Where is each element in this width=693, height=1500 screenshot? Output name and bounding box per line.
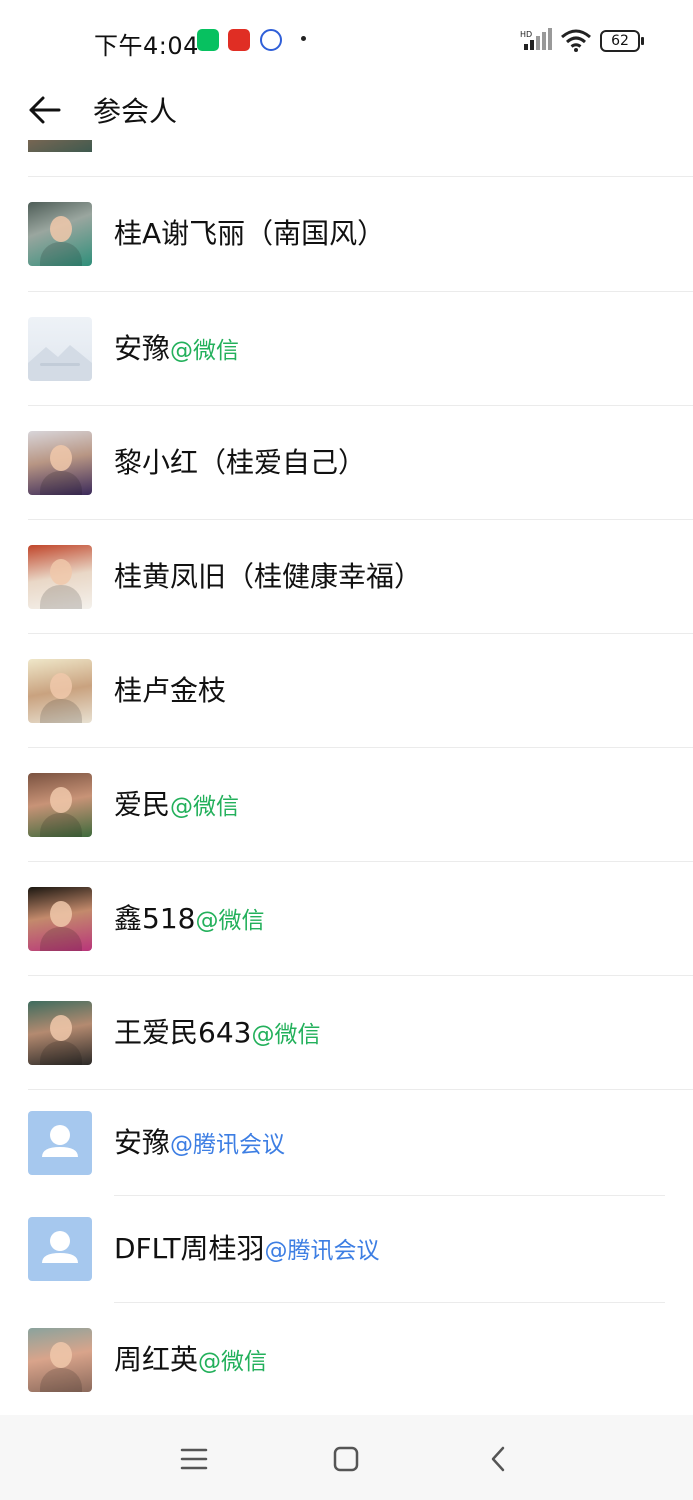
recent-apps-button[interactable] xyxy=(172,1437,216,1481)
participant-source: @腾讯会议 xyxy=(170,1132,286,1158)
participant-name-row: 桂A谢飞丽（南国风） xyxy=(114,177,385,291)
avatar xyxy=(28,1328,92,1392)
page-title: 参会人 xyxy=(93,95,178,128)
participant-name-row: 爱民@微信 xyxy=(114,748,239,862)
list-item-partial[interactable] xyxy=(0,140,693,176)
avatar xyxy=(28,1111,92,1175)
default-user-icon xyxy=(42,1231,78,1263)
avatar xyxy=(28,140,92,152)
wechat-icon xyxy=(197,29,219,51)
status-bar: 下午4:04 HD 62 xyxy=(0,0,693,80)
baidu-icon xyxy=(260,29,282,51)
list-item[interactable]: DFLT周桂羽@腾讯会议 xyxy=(0,1196,693,1302)
participant-name: 黎小红（桂爱自己） xyxy=(114,446,367,479)
image-placeholder-icon xyxy=(28,345,92,381)
participant-name-row: 黎小红（桂爱自己） xyxy=(114,406,366,520)
avatar xyxy=(28,773,92,837)
list-item[interactable]: 爱民@微信 xyxy=(0,748,693,862)
participant-source: @微信 xyxy=(170,794,240,820)
participant-name: 安豫 xyxy=(114,1126,171,1159)
pinduoduo-icon xyxy=(228,29,250,51)
avatar xyxy=(28,431,92,495)
participant-source: @微信 xyxy=(170,338,240,364)
participant-name-row: DFLT周桂羽@腾讯会议 xyxy=(114,1196,380,1302)
avatar xyxy=(28,887,92,951)
participant-name-row: 安豫@微信 xyxy=(114,292,239,406)
list-item[interactable]: 鑫518@微信 xyxy=(0,862,693,976)
participant-source: @微信 xyxy=(195,908,265,934)
participant-source: @腾讯会议 xyxy=(264,1238,380,1264)
participant-list[interactable]: 桂A谢飞丽（南国风） 安豫@微信 黎小红（桂爱自己） 桂黄凤旧（桂健康幸福） 桂… xyxy=(0,140,693,1415)
default-user-icon xyxy=(42,1125,78,1157)
header: 参会人 xyxy=(0,80,693,140)
avatar xyxy=(28,545,92,609)
signal-icon: HD xyxy=(520,28,552,50)
avatar xyxy=(28,317,92,381)
participant-name-row: 安豫@腾讯会议 xyxy=(114,1090,285,1196)
participant-name: 安豫 xyxy=(114,332,171,365)
list-item[interactable]: 桂卢金枝 xyxy=(0,634,693,748)
participant-name-row: 周红英@微信 xyxy=(114,1303,267,1415)
participant-name-row: 王爱民643@微信 xyxy=(114,976,320,1090)
list-item[interactable]: 王爱民643@微信 xyxy=(0,976,693,1090)
list-item[interactable]: 安豫@微信 xyxy=(0,292,693,406)
notification-dot-icon xyxy=(301,36,306,41)
participant-name-row: 桂黄凤旧（桂健康幸福） xyxy=(114,520,422,634)
list-item[interactable]: 安豫@腾讯会议 xyxy=(0,1090,693,1196)
participant-name-row: 桂卢金枝 xyxy=(114,634,226,748)
home-button[interactable] xyxy=(324,1437,368,1481)
system-nav-bar xyxy=(0,1415,693,1500)
status-time: 下午4:04 xyxy=(94,32,199,60)
participant-name: 爱民 xyxy=(114,788,171,821)
list-item[interactable]: 周红英@微信 xyxy=(0,1303,693,1415)
menu-icon xyxy=(180,1448,208,1470)
participant-source: @微信 xyxy=(198,1349,268,1375)
list-item[interactable]: 桂A谢飞丽（南国风） xyxy=(0,177,693,291)
avatar xyxy=(28,202,92,266)
list-item[interactable]: 桂黄凤旧（桂健康幸福） xyxy=(0,520,693,634)
participant-name: 王爱民643 xyxy=(114,1016,252,1049)
system-back-button[interactable] xyxy=(476,1437,520,1481)
avatar xyxy=(28,659,92,723)
back-icon xyxy=(491,1446,505,1472)
participant-name: 桂A谢飞丽（南国风） xyxy=(114,217,386,250)
wifi-icon xyxy=(561,29,591,52)
participant-name: 鑫518 xyxy=(114,902,196,935)
arrow-left-icon xyxy=(29,96,61,124)
list-item[interactable]: 黎小红（桂爱自己） xyxy=(0,406,693,520)
battery-icon: 62 xyxy=(600,30,644,52)
participant-name: 周红英 xyxy=(114,1343,199,1376)
avatar xyxy=(28,1001,92,1065)
participant-name-row: 鑫518@微信 xyxy=(114,862,264,976)
participant-name: 桂卢金枝 xyxy=(114,674,227,707)
participant-name: 桂黄凤旧（桂健康幸福） xyxy=(114,560,423,593)
participant-source: @微信 xyxy=(251,1022,321,1048)
home-icon xyxy=(333,1446,359,1472)
back-button[interactable] xyxy=(22,88,66,132)
svg-text:HD: HD xyxy=(520,30,532,39)
participant-name: DFLT周桂羽 xyxy=(114,1232,265,1265)
battery-level: 62 xyxy=(611,33,629,49)
avatar xyxy=(28,1217,92,1281)
